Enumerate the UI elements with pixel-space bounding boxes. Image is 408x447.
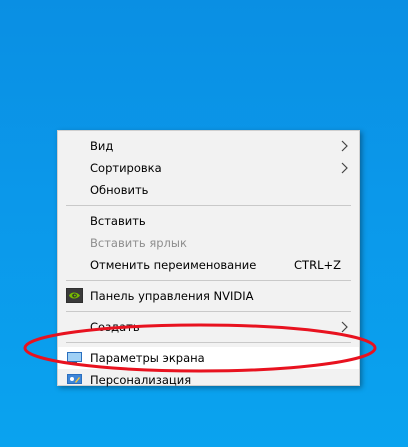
menu-item-paste-shortcut: Вставить ярлык xyxy=(58,232,359,254)
menu-item-undo-rename[interactable]: Отменить переименование CTRL+Z xyxy=(58,254,359,276)
menu-item-undo-rename-label: Отменить переименование xyxy=(90,258,257,272)
menu-item-refresh-label: Обновить xyxy=(90,183,149,197)
menu-item-new-label: Создать xyxy=(90,320,140,334)
menu-item-new[interactable]: Создать xyxy=(58,316,359,338)
desktop-context-menu: Вид Сортировка Обновить Вставить Вставит… xyxy=(57,130,360,387)
menu-item-personalization[interactable]: Персонализация xyxy=(58,369,359,391)
menu-item-view-label: Вид xyxy=(90,139,114,153)
menu-item-view[interactable]: Вид xyxy=(58,135,359,157)
shortcut-label: CTRL+Z xyxy=(294,258,341,272)
menu-item-nvidia-control-panel[interactable]: Панель управления NVIDIA xyxy=(58,285,359,307)
menu-item-paste[interactable]: Вставить xyxy=(58,210,359,232)
menu-item-nvidia-label: Панель управления NVIDIA xyxy=(90,289,254,303)
personalization-icon xyxy=(66,372,83,387)
chevron-right-icon xyxy=(341,135,351,157)
chevron-right-icon xyxy=(341,316,351,338)
menu-separator xyxy=(66,311,351,312)
menu-item-refresh[interactable]: Обновить xyxy=(58,179,359,201)
chevron-right-icon xyxy=(341,157,351,179)
nvidia-icon xyxy=(66,288,83,303)
menu-item-paste-label: Вставить xyxy=(90,214,146,228)
menu-separator xyxy=(66,205,351,206)
menu-item-sort-label: Сортировка xyxy=(90,161,162,175)
menu-item-display-settings[interactable]: Параметры экрана xyxy=(58,347,359,369)
menu-item-paste-shortcut-label: Вставить ярлык xyxy=(90,236,187,250)
menu-separator xyxy=(66,342,351,343)
menu-item-display-settings-label: Параметры экрана xyxy=(90,351,205,365)
menu-item-personalization-label: Персонализация xyxy=(90,373,192,387)
menu-separator xyxy=(66,280,351,281)
menu-item-sort[interactable]: Сортировка xyxy=(58,157,359,179)
display-settings-icon xyxy=(66,350,83,365)
